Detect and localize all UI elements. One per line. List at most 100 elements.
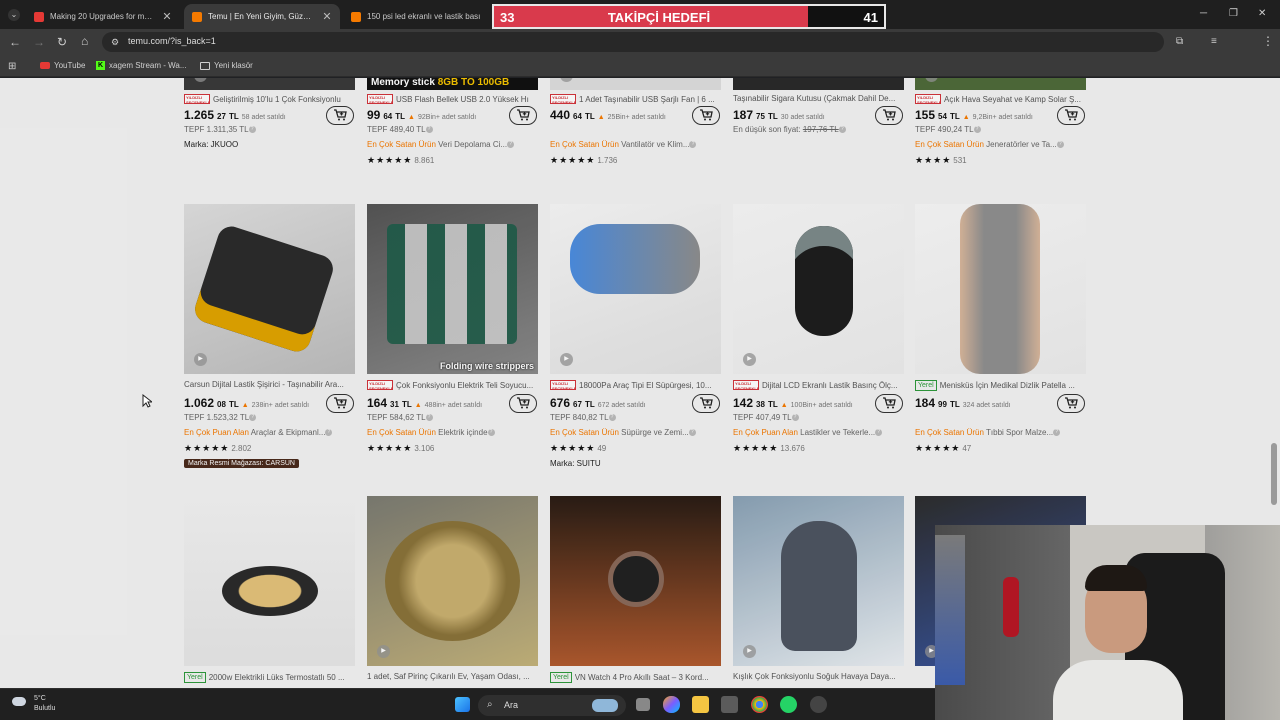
info-icon[interactable]: ? [1056,141,1064,149]
product-title[interactable]: YILDIZLI SEÇENEKLERUSB Flash Bellek USB … [367,94,539,104]
info-icon[interactable]: ? [425,414,433,422]
ranking-line[interactable]: En Çok Puan Alan Lastikler ve Tekerle...… [733,428,905,437]
info-icon[interactable]: ? [838,126,846,134]
weather-widget[interactable]: 5°C Bulutlu [12,694,55,714]
add-to-cart-button[interactable] [1057,394,1085,413]
info-icon[interactable]: ? [875,429,883,437]
add-to-cart-button[interactable] [875,106,903,125]
close-icon[interactable]: ✕ [320,10,334,23]
product-card[interactable]: Yerel 2000w Elektrikli Lüks Termostatlı 5… [184,496,356,686]
product-card[interactable]: ▶ 1 adet, Saf Pirinç Çıkarılı Ev, Yaşam O… [367,496,539,686]
video-play-icon[interactable]: ▶ [743,353,756,366]
product-title[interactable]: YILDIZLI SEÇENEKLER18000Pa Araç Tipi El … [550,380,722,390]
bookmark-youtube[interactable]: YouTube [40,61,85,70]
product-card[interactable]: ▶ YILDIZLI SEÇENEKLERDijital LCD Ekranlı … [733,204,905,474]
add-to-cart-button[interactable] [326,106,354,125]
taskbar-search[interactable]: ⌕ Ara [478,695,626,716]
video-play-icon[interactable]: ▶ [194,78,207,82]
restore-icon[interactable]: ❐ [1229,8,1238,20]
product-card[interactable]: ▶ Carsun Dijital Lastik Şişirici - Taşına… [184,204,356,474]
product-title[interactable]: 1 adet, Saf Pirinç Çıkarılı Ev, Yaşam Od… [367,672,539,681]
product-title[interactable]: Kışlık Çok Fonksiyonlu Soğuk Havaya Daya… [733,672,905,681]
product-image[interactable]: ▶ [733,204,904,374]
product-image[interactable]: ▶ [367,496,538,666]
product-card[interactable]: Folding wire strippers YILDIZLI SEÇENEKLE… [367,204,539,474]
tab-youtube[interactable]: Making 20 Upgrades for my De ✕ [26,4,180,29]
bookmark-kick[interactable]: K xagem Stream - Wa... [96,61,187,70]
product-title[interactable]: Yerel Menisküs İçin Medikal Dizlik Patell… [915,380,1087,391]
product-card[interactable]: ▶ YILDIZLI SEÇENEKLERGeliştirilmiş 10'lu … [184,78,356,188]
product-image[interactable]: ▶ [915,78,1086,90]
add-to-cart-button[interactable] [875,394,903,413]
minimize-icon[interactable]: ─ [1200,8,1207,20]
windows-start-icon[interactable] [455,697,470,712]
site-info-icon[interactable]: ⚙ [111,36,119,48]
official-store-badge[interactable]: Marka Resmi Mağazası: CARSUN [184,459,299,468]
info-icon[interactable]: ? [507,141,515,149]
product-image[interactable] [915,204,1086,374]
product-image[interactable] [184,496,355,666]
back-icon[interactable]: ← [9,36,21,48]
add-to-cart-button[interactable] [509,106,537,125]
product-title[interactable]: YILDIZLI SEÇENEKLERAçık Hava Seyahat ve … [915,94,1087,104]
media-icon[interactable]: ≡ [1211,36,1217,48]
product-image[interactable]: ▶ [733,496,904,666]
copilot-icon[interactable] [663,696,680,713]
video-play-icon[interactable]: ▶ [743,645,756,658]
product-title[interactable]: YILDIZLI SEÇENEKLERÇok Fonksiyonlu Elekt… [367,380,539,390]
video-play-icon[interactable]: ▶ [560,353,573,366]
product-card[interactable]: Yerel Menisküs İçin Medikal Dizlik Patell… [915,204,1087,474]
store-icon[interactable] [721,696,738,713]
ranking-line[interactable]: En Çok Satan Ürün Süpürge ve Zemi...? [550,428,722,437]
product-title[interactable]: Taşınabilir Sigara Kutusu (Çakmak Dahil … [733,94,905,103]
ranking-line[interactable]: En Çok Satan Ürün Elektrik içinde? [367,428,539,437]
product-card[interactable]: ▶ YILDIZLI SEÇENEKLER1 Adet Taşınabilir U… [550,78,722,188]
info-icon[interactable]: ? [487,429,495,437]
info-icon[interactable]: ? [248,126,256,134]
address-bar[interactable]: ⚙ temu.com/?is_back=1 [102,32,1164,52]
info-icon[interactable]: ? [791,414,799,422]
video-play-icon[interactable]: ▶ [560,78,573,82]
product-title[interactable]: Carsun Dijital Lastik Şişirici - Taşınab… [184,380,356,389]
window-close-icon[interactable]: ✕ [1258,8,1266,20]
info-icon[interactable]: ? [249,414,257,422]
info-icon[interactable]: ? [1053,429,1061,437]
product-image[interactable]: ▶ [184,204,355,374]
product-title[interactable]: Yerel VN Watch 4 Pro Akıllı Saat – 3 Kord… [550,672,722,683]
bookmark-folder[interactable]: Yeni klasör [200,61,253,70]
forward-icon[interactable]: → [33,36,45,48]
info-icon[interactable]: ? [689,141,697,149]
tab-search-icon[interactable]: ⌄ [8,9,20,21]
whatsapp-icon[interactable] [780,696,797,713]
product-image[interactable]: ▶ [550,204,721,374]
video-play-icon[interactable]: ▶ [925,78,938,82]
ranking-line[interactable]: En Çok Satan Ürün Tıbbi Spor Malze...? [915,428,1087,437]
info-icon[interactable]: ? [425,126,433,134]
ranking-line[interactable]: En Çok Satan Ürün Jeneratörler ve Ta...? [915,140,1087,149]
video-play-icon[interactable]: ▶ [194,353,207,366]
product-image[interactable] [550,496,721,666]
product-card[interactable]: Taşınabilir Sigara Kutusu (Çakmak Dahil … [733,78,905,188]
product-title[interactable]: YILDIZLI SEÇENEKLER1 Adet Taşınabilir US… [550,94,722,104]
product-image[interactable]: Folding wire strippers [367,204,538,374]
info-icon[interactable]: ? [608,414,616,422]
extensions-icon[interactable]: ⧉ [1176,36,1183,48]
close-icon[interactable]: ✕ [160,10,174,23]
product-card[interactable]: Memory stick 8GB TO 100GB YILDIZLI SEÇENE… [367,78,539,188]
add-to-cart-button[interactable] [692,106,720,125]
product-title[interactable]: YILDIZLI SEÇENEKLERGeliştirilmiş 10'lu 1… [184,94,356,104]
product-card[interactable]: Yerel VN Watch 4 Pro Akıllı Saat – 3 Kord… [550,496,722,686]
video-play-icon[interactable]: ▶ [377,645,390,658]
product-card[interactable]: ▶ Kışlık Çok Fonksiyonlu Soğuk Havaya Day… [733,496,905,686]
product-image[interactable]: Memory stick 8GB TO 100GB [367,78,538,90]
tab-temu[interactable]: Temu | En Yeni Giyim, Güzellik, E ✕ [184,4,340,29]
product-title[interactable]: Yerel 2000w Elektrikli Lüks Termostatlı 5… [184,672,356,683]
brand-label[interactable]: Marka: SUITU [550,459,601,468]
product-image[interactable] [733,78,904,90]
product-title[interactable]: YILDIZLI SEÇENEKLERDijital LCD Ekranlı L… [733,380,905,390]
info-icon[interactable]: ? [688,429,696,437]
brand-label[interactable]: Marka: JKUOO [184,140,238,149]
product-card[interactable]: ▶ YILDIZLI SEÇENEKLERAçık Hava Seyahat ve… [915,78,1087,188]
app-icon[interactable] [810,696,827,713]
apps-icon[interactable]: ⊞ [8,61,16,73]
